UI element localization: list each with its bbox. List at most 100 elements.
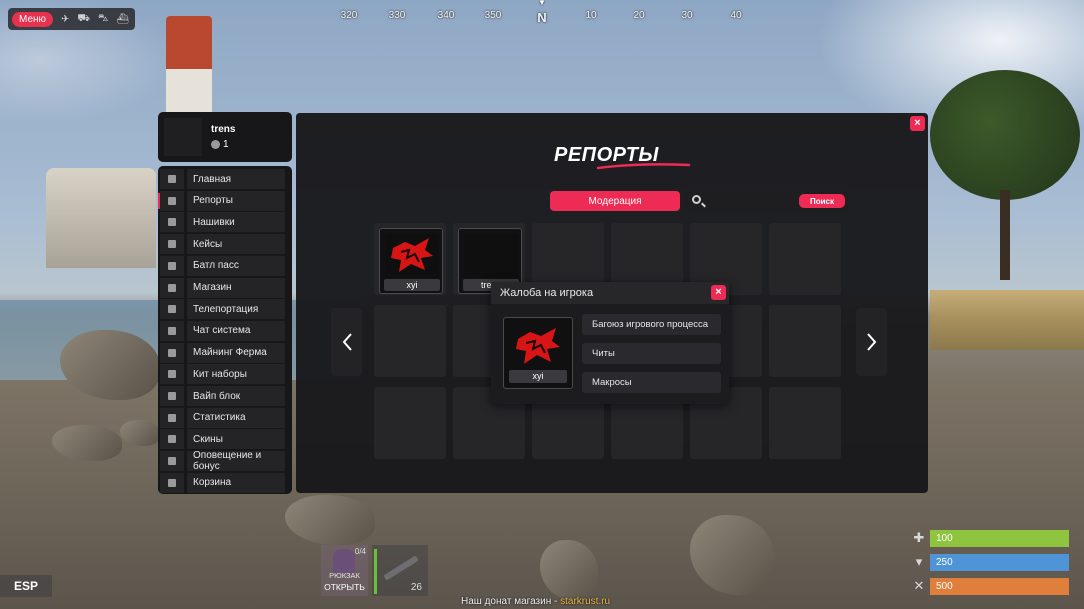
sidebar-item-label: Майнинг Ферма xyxy=(187,342,285,363)
sidebar-item-reports[interactable]: Репорты xyxy=(158,190,288,211)
box-icon xyxy=(160,234,184,255)
backpack-count: 0/4 xyxy=(354,547,366,556)
sidebar-item-cases[interactable]: Кейсы xyxy=(160,234,288,255)
backpack-open-button[interactable]: ОТКРЫТЬ xyxy=(321,582,368,592)
sidebar-item-wipe-block[interactable]: Вайп блок xyxy=(160,386,288,406)
search-icon xyxy=(692,195,701,204)
tree-trunk xyxy=(1000,190,1010,280)
backpack-title: РЮКЗАК xyxy=(329,571,360,580)
compass-tick: 40 xyxy=(730,10,742,21)
rock xyxy=(540,540,598,600)
sidebar-item-label: Главная xyxy=(187,169,285,189)
moderation-button[interactable]: Модерация xyxy=(550,191,680,211)
coin-balance: 1 xyxy=(211,139,229,150)
fort-building xyxy=(46,168,156,268)
donate-link[interactable]: starkrust.ru xyxy=(560,596,610,607)
sidebar-item-battle-pass[interactable]: Батл пасс xyxy=(160,255,288,276)
search-input[interactable] xyxy=(708,193,792,209)
mining-icon xyxy=(160,342,184,363)
condition-bar xyxy=(374,549,377,594)
plane-icon[interactable]: ✈ xyxy=(61,14,69,25)
sidebar-item-patches[interactable]: Нашивки xyxy=(160,212,288,233)
compass-marker-icon: ▼ xyxy=(538,0,546,7)
weapon-slot[interactable]: 26 xyxy=(372,545,428,596)
esp-label: ESP xyxy=(0,575,52,597)
grid-cell xyxy=(769,305,841,377)
coin-icon xyxy=(211,140,220,149)
question-icon xyxy=(160,472,184,493)
next-page-button[interactable] xyxy=(856,308,887,376)
profile-name: trens xyxy=(211,124,236,135)
rock xyxy=(285,495,375,545)
ammo-count: 26 xyxy=(410,582,422,593)
pass-icon xyxy=(160,255,184,276)
reason-bug-abuse[interactable]: Багоюз игрового процесса xyxy=(582,314,721,335)
sidebar-item-label: Батл пасс xyxy=(187,255,285,276)
chevron-left-icon xyxy=(342,333,352,351)
search-button[interactable]: Поиск xyxy=(799,194,845,208)
panel-top-bar xyxy=(296,113,928,133)
compass-north: N xyxy=(537,10,547,25)
popup-player-card: xyi xyxy=(503,317,573,389)
water-bar: 250 xyxy=(930,554,1069,571)
skin-icon xyxy=(160,429,184,450)
health-value: 100 xyxy=(936,533,953,544)
title-underline-icon xyxy=(596,163,691,170)
sidebar-item-chat[interactable]: Чат система xyxy=(160,320,288,341)
tank-icon[interactable]: ⛍ xyxy=(98,13,108,26)
player-avatar xyxy=(385,234,439,278)
close-panel-button[interactable]: × xyxy=(910,116,925,131)
water-icon: ▾ xyxy=(915,554,923,569)
search-bar: Поиск xyxy=(686,191,848,211)
sidebar-item-label: Чат система xyxy=(187,320,285,341)
question-icon xyxy=(160,190,184,211)
food-value: 500 xyxy=(936,581,953,592)
sidebar-item-label: Вайп блок xyxy=(187,386,285,406)
tree xyxy=(930,70,1080,200)
sidebar-item-cart[interactable]: Корзина xyxy=(160,472,288,493)
compass-tick: 20 xyxy=(633,10,645,21)
profile-card: trens 1 xyxy=(158,112,292,162)
water-value: 250 xyxy=(936,557,953,568)
sidebar-item-shop[interactable]: Магазин xyxy=(160,277,288,298)
sidebar-item-home[interactable]: Главная xyxy=(160,169,288,189)
food-bar: 500 xyxy=(930,578,1069,595)
rifle-icon xyxy=(383,555,419,581)
sidebar: Главная Репорты Нашивки Кейсы Батл пасс … xyxy=(158,166,292,494)
backpack-icon xyxy=(333,549,355,573)
prev-page-button[interactable] xyxy=(331,308,362,376)
close-popup-button[interactable]: × xyxy=(711,285,726,300)
reason-macros[interactable]: Макросы xyxy=(582,372,721,393)
info-icon xyxy=(160,169,184,189)
sidebar-item-teleport[interactable]: Телепортация xyxy=(160,299,288,320)
sidebar-item-kits[interactable]: Кит наборы xyxy=(160,364,288,385)
sidebar-item-label: Репорты xyxy=(187,190,285,211)
dry-grass xyxy=(930,290,1084,350)
sidebar-item-notifications[interactable]: Оповещение и бонус xyxy=(160,450,288,472)
chevron-right-icon xyxy=(866,333,876,351)
teleport-icon xyxy=(160,299,184,320)
sidebar-item-stats[interactable]: Статистика xyxy=(160,407,288,428)
helicopter-icon[interactable]: ⛟ xyxy=(77,13,90,26)
player-name: xyi xyxy=(384,279,440,291)
popup-title: Жалоба на игрока xyxy=(500,287,594,299)
compass: ▼ 320 330 340 350 N 10 20 30 40 xyxy=(330,0,750,26)
compass-tick: 10 xyxy=(585,10,597,21)
backpack-slot[interactable]: 0/4 РЮКЗАК ОТКРЫТЬ xyxy=(321,545,368,596)
grid-cell xyxy=(769,223,841,295)
player-avatar xyxy=(510,324,566,370)
menu-button[interactable]: Меню xyxy=(12,11,54,27)
sidebar-item-label: Кит наборы xyxy=(187,364,285,385)
boat-icon[interactable]: ⛴ xyxy=(116,14,129,25)
player-card-xyi[interactable]: xyi xyxy=(379,228,443,294)
sidebar-item-mining[interactable]: Майнинг Ферма xyxy=(160,342,288,363)
compass-tick: 330 xyxy=(388,10,406,21)
complaint-popup: Жалоба на игрока × xyi Багоюз игрового п… xyxy=(491,282,729,404)
sidebar-item-skins[interactable]: Скины xyxy=(160,429,288,450)
grid-cell xyxy=(374,387,446,459)
reason-cheats[interactable]: Читы xyxy=(582,343,721,364)
sidebar-item-label: Корзина xyxy=(187,472,285,493)
avatar xyxy=(164,118,202,156)
shop-icon xyxy=(160,277,184,298)
sidebar-item-label: Оповещение и бонус xyxy=(187,450,285,472)
